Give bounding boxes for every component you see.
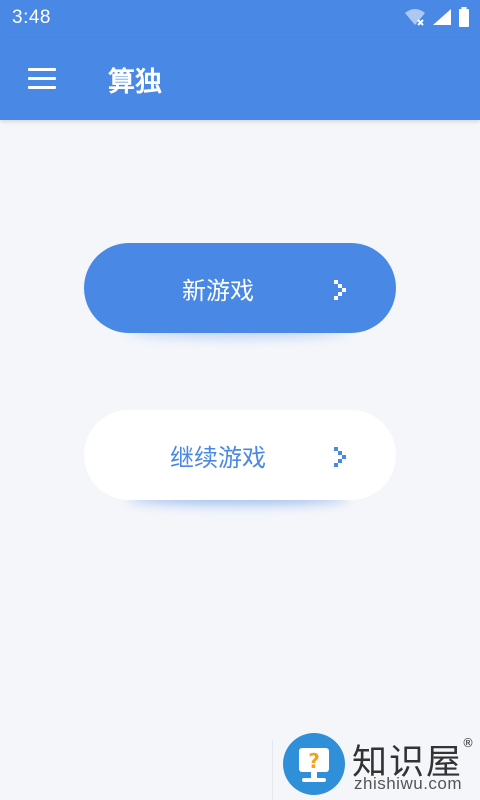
battery-icon (459, 7, 469, 27)
app-bar: 算独 (0, 38, 480, 120)
watermark-logo-icon: ? (283, 733, 345, 795)
wifi-icon (405, 9, 425, 26)
hamburger-menu-icon[interactable] (28, 68, 56, 90)
watermark-site: zhishiwu.com (354, 774, 463, 793)
new-game-label: 新游戏 (182, 276, 254, 305)
registered-mark: ® (462, 736, 474, 750)
status-bar: 3:48 (0, 0, 480, 38)
continue-game-button[interactable]: 继续游戏 (84, 410, 396, 500)
watermark-divider (272, 740, 273, 800)
signal-icon (433, 9, 451, 25)
chevron-right-icon (334, 447, 346, 467)
chevron-right-icon (334, 280, 346, 300)
app-title: 算独 (108, 67, 162, 98)
status-icons (404, 7, 470, 27)
continue-game-label: 继续游戏 (170, 443, 266, 472)
status-time: 3:48 (12, 7, 51, 28)
watermark-logo-glyph: ? (308, 749, 320, 773)
new-game-button[interactable]: 新游戏 (84, 243, 396, 333)
